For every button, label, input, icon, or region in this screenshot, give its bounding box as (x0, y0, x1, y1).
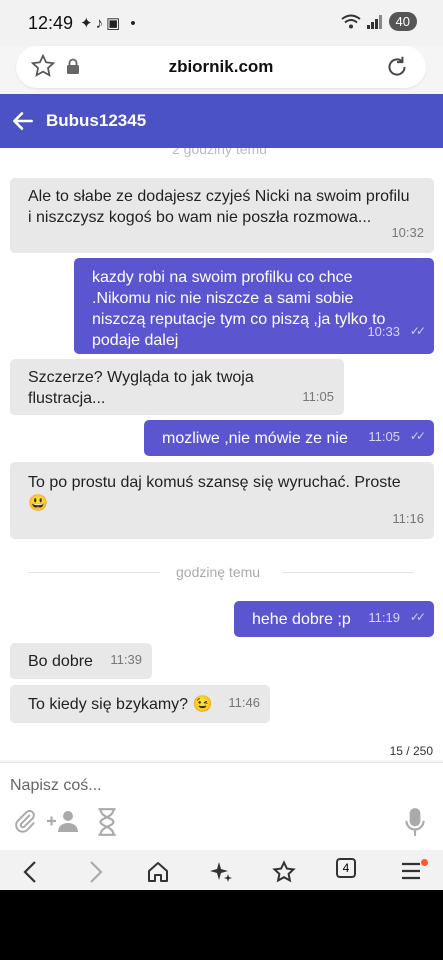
message-incoming[interactable]: To kiedy się bzykamy? 😉 11:46 (10, 685, 270, 723)
reload-icon[interactable] (384, 54, 410, 80)
favorites-icon[interactable] (272, 860, 296, 884)
screen: 12:49 ✦♪▣ • 40 zbiornik.com Bubus12345 2… (0, 0, 443, 890)
chat-header: Bubus12345 (0, 94, 443, 148)
message-incoming[interactable]: Bo dobre 11:39 (10, 643, 152, 679)
tabs-button[interactable]: 4 (336, 858, 356, 878)
browser-back-icon[interactable] (20, 860, 42, 884)
message-incoming[interactable]: Szczerze? Wygląda to jak twoja flustracj… (10, 359, 344, 415)
message-input[interactable]: Napisz coś... (10, 777, 102, 795)
read-ticks-icon: ✓✓ (409, 610, 426, 624)
wifi-icon (340, 14, 361, 28)
message-outgoing[interactable]: mozliwe ,nie mówie ze nie 11:05 ✓✓ (144, 420, 434, 456)
message-incoming[interactable]: To po prostu daj komuś szansę się wyruch… (10, 462, 434, 539)
add-contact-icon[interactable] (46, 807, 80, 835)
status-right: 40 (340, 12, 417, 31)
message-text: To po prostu daj komuś szansę się wyruch… (28, 474, 401, 512)
message-list[interactable]: 2 godziny temu Ale to słabe ze dodajesz … (0, 148, 443, 760)
message-time: 11:05 (368, 429, 400, 444)
message-text: Ale to słabe ze dodajesz czyjeś Nicki na… (28, 188, 410, 226)
microphone-icon[interactable] (404, 807, 426, 837)
home-icon[interactable] (146, 860, 170, 884)
message-composer: Napisz coś... (0, 762, 443, 851)
message-time: 11:46 (228, 695, 260, 710)
url-bar[interactable]: zbiornik.com (16, 46, 426, 88)
divider-line (282, 572, 414, 573)
divider-line (28, 572, 160, 573)
read-ticks-icon: ✓✓ (409, 324, 426, 338)
date-divider: godzinę temu (176, 564, 261, 580)
status-bar: 12:49 ✦♪▣ • 40 (0, 0, 443, 46)
url-text[interactable]: zbiornik.com (16, 57, 426, 77)
message-time: 10:32 (391, 225, 424, 240)
status-time: 12:49 (28, 13, 74, 33)
char-counter: 15 / 250 (389, 744, 433, 758)
message-time: 11:05 (302, 389, 334, 404)
message-time: 10:33 (367, 324, 400, 339)
tabs-count: 4 (342, 861, 350, 875)
notification-icons: ✦♪▣ • (80, 15, 139, 32)
message-time: 11:39 (110, 652, 142, 667)
menu-icon[interactable] (400, 860, 422, 882)
message-outgoing[interactable]: kazdy robi na swoim profilku co chce .Ni… (74, 258, 434, 354)
battery-indicator: 40 (388, 12, 417, 31)
message-text: Szczerze? Wygląda to jak twoja flustracj… (28, 369, 254, 407)
notification-dot (421, 859, 428, 866)
paperclip-icon[interactable] (12, 807, 38, 835)
contact-name[interactable]: Bubus12345 (46, 111, 146, 131)
signal-icon (366, 14, 382, 29)
message-incoming[interactable]: Ale to słabe ze dodajesz czyjeś Nicki na… (10, 178, 434, 253)
browser-navigation-bar: 4 (0, 850, 443, 890)
message-outgoing[interactable]: hehe dobre ;p 11:19 ✓✓ (234, 601, 434, 637)
message-time: 11:16 (392, 511, 424, 526)
read-ticks-icon: ✓✓ (409, 429, 426, 443)
back-arrow-icon[interactable] (10, 108, 36, 134)
hourglass-icon[interactable] (96, 807, 118, 837)
message-time: 11:19 (368, 610, 400, 625)
message-text: To kiedy się bzykamy? 😉 (28, 696, 213, 713)
date-divider-top: 2 godziny temu (172, 148, 267, 157)
sparkle-icon[interactable] (209, 860, 233, 884)
browser-forward-icon[interactable] (84, 860, 106, 884)
